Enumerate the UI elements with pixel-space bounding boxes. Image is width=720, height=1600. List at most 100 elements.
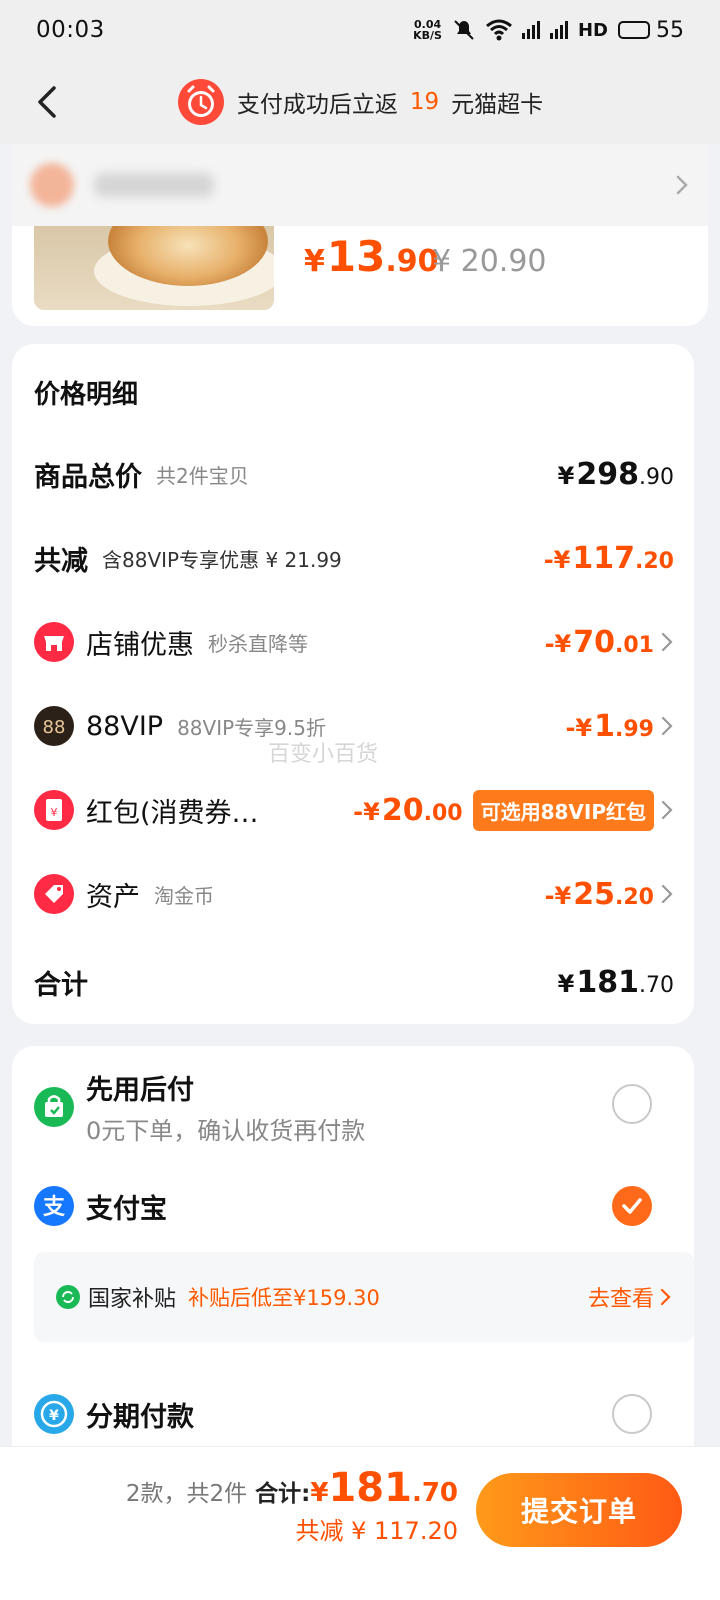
amount-decimal: .70 <box>639 972 674 998</box>
status-time: 00:03 <box>36 17 105 43</box>
pay-later-title: 先用后付 <box>86 1075 194 1106</box>
red-packet-label: 红包(消费券… <box>86 797 259 829</box>
subsidy-link-text: 去查看 <box>587 1287 654 1312</box>
checkout-total-label: 合计: <box>255 1481 311 1507</box>
item-count: 2款，共2件 <box>125 1481 248 1507</box>
amount-decimal: .70 <box>411 1478 458 1508</box>
assets-label: 资产 <box>86 881 140 913</box>
seller-row[interactable] <box>12 144 708 226</box>
battery-indicator: 55 <box>618 18 684 43</box>
original-price: ¥ 20.90 <box>432 244 547 279</box>
shop-icon <box>34 622 74 662</box>
total-reduce-row: 共减 含88VIP专享优惠 ¥ 21.99 -¥ 117 .20 <box>34 530 674 586</box>
svg-text:¥: ¥ <box>49 1408 59 1424</box>
shop-discount-row[interactable]: 店铺优惠 秒杀直降等 -¥ 70 .01 <box>34 614 674 670</box>
sum-label: 合计 <box>34 969 88 1001</box>
mute-icon <box>454 20 474 40</box>
battery-level: 55 <box>656 17 684 43</box>
signal-icon <box>521 21 540 39</box>
svg-text:支: 支 <box>43 1195 66 1220</box>
total-reduce-amount: -¥ 117 .20 <box>544 541 674 576</box>
chevron-right-icon <box>661 800 673 820</box>
network-speed: 0.04 KB/S <box>413 19 442 41</box>
price-decimal: .90 <box>385 244 439 279</box>
svg-text:¥: ¥ <box>51 806 58 819</box>
pay-later-radio[interactable] <box>612 1084 652 1124</box>
subsidy-view-link[interactable]: 去查看 <box>588 1281 672 1313</box>
submit-order-button[interactable]: 提交订单 <box>476 1473 682 1547</box>
amount-integer: 181 <box>576 964 639 1000</box>
price-integer: 13 <box>326 232 386 281</box>
amount-integer: 181 <box>328 1465 412 1511</box>
sum-row: 合计 ¥ 181 .70 <box>34 954 674 1010</box>
amount-symbol: ¥ <box>557 461 575 490</box>
wifi-icon <box>486 19 512 41</box>
shop-discount-label: 店铺优惠 <box>86 629 194 661</box>
amount-symbol: -¥ <box>544 881 572 910</box>
product-price: ¥ 13 .90 <box>304 232 438 281</box>
checkout-total-amount: ¥ 181 .70 <box>310 1465 458 1511</box>
installment-title: 分期付款 <box>86 1401 194 1433</box>
amount-decimal: .20 <box>635 548 674 574</box>
vip-red-packet-tag[interactable]: 可选用88VIP红包 <box>472 789 654 831</box>
amount-decimal: .00 <box>423 800 463 826</box>
payment-method-card: 先用后付 0元下单，确认收货再付款 支 支付宝 国家补贴 补贴后低至¥159.3… <box>12 1046 694 1466</box>
price-symbol: ¥ <box>304 244 325 279</box>
national-subsidy-banner[interactable]: 国家补贴 补贴后低至¥159.30 去查看 <box>34 1252 694 1342</box>
battery-icon <box>618 21 650 39</box>
goods-total-amount: ¥ 298 .90 <box>558 457 674 492</box>
pay-later-desc: 0元下单，确认收货再付款 <box>86 1117 366 1145</box>
amount-symbol: ¥ <box>310 1478 329 1508</box>
price-detail-title: 价格明细 <box>34 380 139 410</box>
amount-integer: 117 <box>572 540 636 576</box>
amount-integer: 298 <box>576 456 639 492</box>
alipay-title: 支付宝 <box>86 1193 167 1225</box>
svg-text:88: 88 <box>43 717 66 738</box>
header: 支付成功后立返 19 元猫超卡 <box>0 60 720 144</box>
subsidy-note: 补贴后低至¥159.30 <box>188 1286 380 1310</box>
installment-icon: ¥ <box>34 1394 74 1434</box>
net-speed-unit: KB/S <box>413 29 442 42</box>
signal-icon-2 <box>549 21 568 39</box>
goods-total-row: 商品总价 共2件宝贝 ¥ 298 .90 <box>34 446 674 502</box>
assets-amount: -¥ 25 .20 <box>545 877 654 912</box>
alarm-clock-icon <box>177 79 224 125</box>
total-reduce-label: 共减 <box>34 545 88 577</box>
alipay-icon: 支 <box>34 1186 74 1226</box>
amount-integer: 25 <box>573 876 616 912</box>
amount-decimal: .99 <box>615 716 654 742</box>
chevron-right-icon <box>676 175 688 195</box>
price-detail-card: 价格明细 商品总价 共2件宝贝 ¥ 298 .90 共减 含88VIP专享优惠 … <box>12 344 694 1024</box>
shopping-bag-icon <box>34 1087 74 1127</box>
chevron-right-icon <box>661 632 673 652</box>
amount-decimal: .01 <box>615 632 654 658</box>
subsidy-icon <box>56 1285 80 1309</box>
amount-symbol: -¥ <box>544 629 572 658</box>
tag-icon <box>34 874 74 914</box>
chevron-right-icon <box>660 1288 671 1306</box>
product-image[interactable] <box>34 226 274 310</box>
installment-option[interactable]: ¥ 分期付款 <box>34 1394 674 1434</box>
alipay-option[interactable]: 支 支付宝 <box>34 1186 674 1226</box>
amount-symbol: ¥ <box>557 969 575 998</box>
total-reduce-note: 含88VIP专享优惠 ¥ 21.99 <box>102 547 342 572</box>
red-packet-row[interactable]: ¥ 红包(消费券… -¥ 20 .00 可选用88VIP红包 <box>34 782 674 838</box>
red-packet-amount: -¥ 20 .00 <box>353 793 462 828</box>
assets-row[interactable]: 资产 淘金币 -¥ 25 .20 <box>34 866 674 922</box>
alipay-radio-checked[interactable] <box>612 1186 652 1226</box>
hd-badge: HD <box>577 19 608 41</box>
amount-integer: 70 <box>573 624 616 660</box>
promo-suffix: 元猫超卡 <box>451 92 544 118</box>
vip-label: 88VIP <box>86 710 164 742</box>
amount-symbol: -¥ <box>565 713 593 742</box>
sum-amount: ¥ 181 .70 <box>558 965 674 1000</box>
chevron-right-icon <box>661 716 673 736</box>
chevron-right-icon <box>661 884 673 904</box>
promo-banner[interactable]: 支付成功后立返 19 元猫超卡 <box>177 78 543 126</box>
goods-total-label: 商品总价 <box>34 461 142 493</box>
status-icons: 0.04 KB/S HD 55 <box>413 18 684 43</box>
pay-later-option[interactable]: 先用后付 0元下单，确认收货再付款 <box>34 1068 674 1146</box>
back-button[interactable] <box>24 78 72 126</box>
product-card: ¥ 13 .90 ¥ 20.90 <box>12 144 708 326</box>
installment-radio[interactable] <box>612 1394 652 1434</box>
